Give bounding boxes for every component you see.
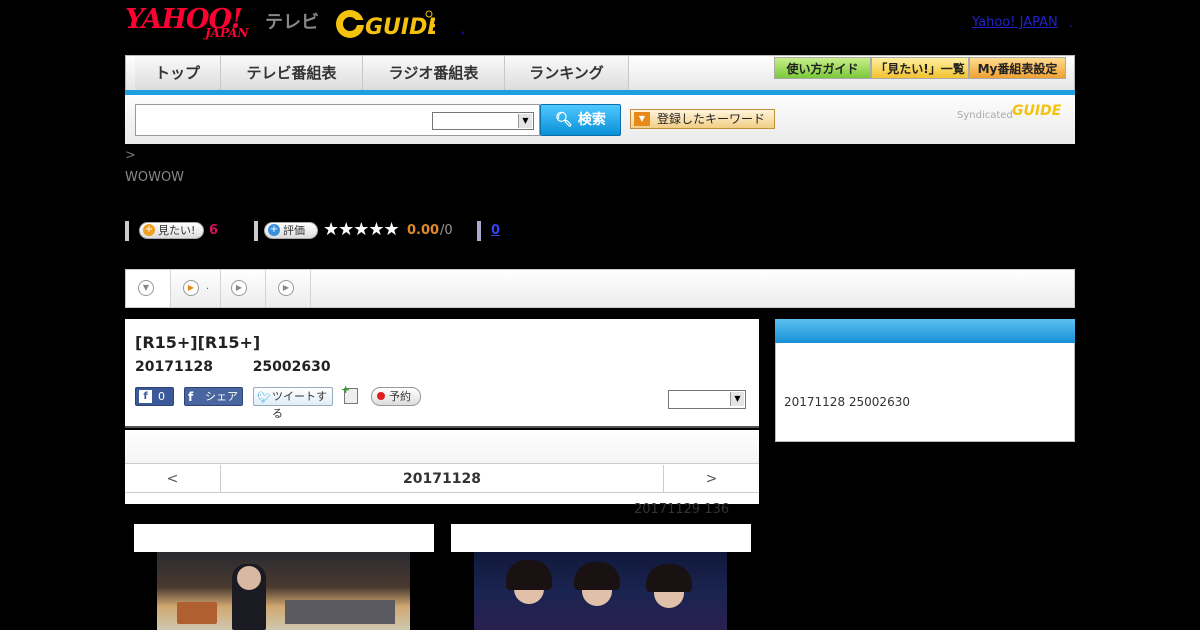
- link-separator: .: [1069, 16, 1073, 30]
- plus-icon: +: [268, 224, 280, 236]
- add-calendar-icon[interactable]: [341, 383, 358, 404]
- search-category-select[interactable]: ▼: [432, 112, 534, 130]
- watchlist-button[interactable]: 「見たい!」一覧: [871, 57, 969, 79]
- rating-count: /0: [440, 223, 453, 238]
- nav-tab-top[interactable]: トップ: [135, 56, 221, 90]
- last-updated: 20171129 136: [634, 502, 730, 517]
- chevron-down-icon: ▼: [518, 114, 532, 128]
- syndicated-gguide-logo: GUIDE: [1012, 103, 1062, 119]
- my-schedule-settings-button[interactable]: My番組表設定: [969, 57, 1066, 79]
- current-date: 20171128: [220, 465, 664, 493]
- usage-guide-button[interactable]: 使い方ガイド: [774, 57, 871, 79]
- search-button-label: 検索: [577, 112, 606, 128]
- program-time: 25002630: [252, 359, 331, 375]
- saved-keywords-button[interactable]: ▼ 登録したキーワード: [630, 109, 775, 129]
- nav-tab-tv-schedule[interactable]: テレビ番組表: [221, 56, 363, 90]
- chevron-down-icon: ▼: [634, 112, 650, 126]
- thumbnail-caption-box: [134, 524, 434, 552]
- program-datetime: 20171128 25002630: [135, 359, 331, 375]
- rate-label: 評価: [283, 224, 305, 237]
- main-nav: トップ テレビ番組表 ラジオ番組表 ランキング 使い方ガイド 「見たい!」一覧 …: [125, 55, 1075, 91]
- program-tab-strip: ▼ ▶ . ▶ ▶: [125, 269, 1075, 308]
- play-icon: ▶: [183, 280, 199, 296]
- gguide-logo[interactable]: GUIDE: [335, 6, 442, 42]
- tab-play-1[interactable]: ▶ .: [171, 270, 221, 307]
- want-to-watch-count: 6: [209, 223, 219, 238]
- tv-label: テレビ: [265, 12, 319, 33]
- tab-expand[interactable]: ▼: [126, 270, 171, 307]
- tab-play-3[interactable]: ▶: [266, 270, 311, 307]
- facebook-icon: f: [188, 390, 194, 404]
- reserve-label: 予約: [389, 390, 411, 403]
- date-nav-header: [125, 430, 759, 464]
- play-icon: ▶: [278, 280, 294, 296]
- play-icon: ▶: [231, 280, 247, 296]
- prev-date-button[interactable]: <: [125, 465, 220, 493]
- rating-score: 0.00: [407, 223, 440, 238]
- rating-stars: ★★★★★: [323, 219, 400, 240]
- breadcrumb[interactable]: >: [125, 148, 136, 163]
- plus-icon: +: [143, 224, 155, 236]
- facebook-share-button[interactable]: f シェア: [184, 387, 243, 406]
- saved-keywords-label: 登録したキーワード: [657, 112, 766, 126]
- chevron-down-icon: ▼: [730, 392, 744, 406]
- divider: [477, 221, 481, 241]
- tab-play-2[interactable]: ▶: [221, 270, 266, 307]
- gguide-logo-text: GUIDE: [365, 15, 435, 40]
- twitter-bird-icon: 🐦︎: [257, 391, 271, 404]
- divider: [254, 221, 258, 241]
- record-icon: [377, 392, 385, 400]
- yahoo-japan-link[interactable]: Yahoo! JAPAN: [972, 15, 1058, 30]
- yahoo-japan-logo-text: JAPAN: [205, 26, 249, 40]
- sidebar-datetime: 20171128 25002630: [784, 395, 910, 409]
- sidebar-panel-header: [775, 319, 1075, 343]
- syndicated-label: Syndicated: [957, 110, 1013, 121]
- want-to-watch-button[interactable]: + 見たい!: [139, 222, 204, 239]
- thumbnail-caption-box: [451, 524, 751, 552]
- rate-button[interactable]: + 評価: [264, 222, 318, 239]
- header-dot: ,: [461, 22, 465, 36]
- program-option-select[interactable]: ▼: [668, 390, 746, 409]
- want-to-watch-label: 見たい!: [158, 224, 196, 237]
- next-date-button[interactable]: >: [664, 465, 759, 493]
- search-icon: 🔍︎: [555, 112, 573, 128]
- nav-tab-radio-schedule[interactable]: ラジオ番組表: [363, 56, 505, 90]
- facebook-share-label: シェア: [205, 390, 238, 403]
- tab-label: .: [206, 281, 210, 292]
- divider: [125, 221, 129, 241]
- chevron-down-icon: ▼: [138, 280, 154, 296]
- facebook-like-count: 0: [158, 390, 165, 403]
- search-button[interactable]: 🔍︎ 検索: [540, 104, 621, 136]
- scene-thumbnail-image[interactable]: [474, 552, 727, 630]
- facebook-icon: f: [139, 390, 152, 403]
- channel-name: WOWOW: [125, 170, 185, 185]
- tweet-button[interactable]: 🐦︎ ツイートする: [253, 387, 333, 420]
- reserve-button[interactable]: 予約: [371, 387, 421, 406]
- scene-thumbnail-image[interactable]: [157, 552, 410, 630]
- nav-tab-ranking[interactable]: ランキング: [505, 56, 629, 90]
- program-title: [R15+][R15+]: [135, 333, 261, 352]
- program-date: 20171128: [135, 359, 213, 375]
- date-nav: < 20171128 >: [125, 465, 759, 493]
- facebook-like-button[interactable]: f 0: [135, 387, 174, 406]
- review-count-link[interactable]: 0: [491, 223, 500, 238]
